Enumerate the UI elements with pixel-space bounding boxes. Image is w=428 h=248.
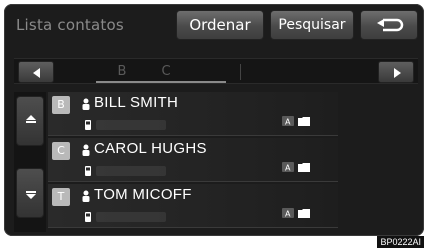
contact-name: BILL SMITH	[94, 94, 179, 111]
alphabet-prev-button[interactable]	[18, 61, 54, 83]
phone-icon	[85, 166, 91, 176]
arrow-right-icon	[394, 68, 401, 78]
letter-badge: T	[52, 188, 70, 206]
alphabet-next-button[interactable]	[378, 61, 414, 83]
search-button[interactable]: Pesquisar	[270, 10, 354, 40]
back-arrow-icon	[377, 18, 404, 32]
phone-number-redacted	[96, 120, 166, 130]
contact-row[interactable]: T TOM MICOFF A	[48, 184, 338, 228]
alphabet-bar: B C	[14, 58, 418, 84]
contact-row[interactable]: C CAROL HUGHS A	[48, 138, 338, 182]
contact-name: CAROL HUGHS	[94, 140, 207, 157]
folder-icon	[298, 163, 310, 172]
folder-icon	[298, 117, 310, 126]
contact-row[interactable]: B BILL SMITH A	[48, 92, 338, 136]
phone-icon	[85, 120, 91, 130]
phone-number-redacted	[96, 166, 166, 176]
phone-number-redacted	[96, 212, 166, 222]
arrow-left-icon	[33, 68, 40, 78]
alphabet-divider	[240, 64, 241, 80]
svg-text:A: A	[285, 164, 291, 173]
letter-badge: C	[52, 142, 70, 160]
alphabet-tab-c[interactable]: C	[156, 61, 176, 83]
scroll-down-button[interactable]	[16, 168, 44, 218]
figure-code: BP0222AI	[377, 236, 424, 248]
svg-text:A: A	[285, 210, 291, 219]
sort-button[interactable]: Ordenar	[176, 10, 264, 40]
person-icon	[82, 190, 90, 202]
phone-icon	[85, 212, 91, 222]
contact-list: B BILL SMITH A C CAROL HUGHS A T TOM MIC…	[48, 92, 338, 232]
back-button[interactable]	[360, 10, 418, 40]
scroll-down-icon	[26, 191, 36, 199]
page-title: Lista contatos	[16, 16, 124, 34]
contact-name: TOM MICOFF	[94, 186, 192, 203]
letter-badge: B	[52, 96, 70, 114]
alphabet-tab-b[interactable]: B	[112, 61, 132, 83]
number-type-icon: A	[282, 116, 294, 126]
svg-text:A: A	[285, 118, 291, 127]
person-icon	[82, 144, 90, 156]
scroll-up-icon	[26, 115, 36, 123]
number-type-icon: A	[282, 162, 294, 172]
folder-icon	[298, 209, 310, 218]
contact-list-screen: Lista contatos Ordenar Pesquisar B C B B…	[4, 4, 424, 236]
person-icon	[82, 98, 90, 110]
scroll-up-button[interactable]	[16, 96, 44, 146]
scroll-column	[14, 92, 46, 232]
number-type-icon: A	[282, 208, 294, 218]
